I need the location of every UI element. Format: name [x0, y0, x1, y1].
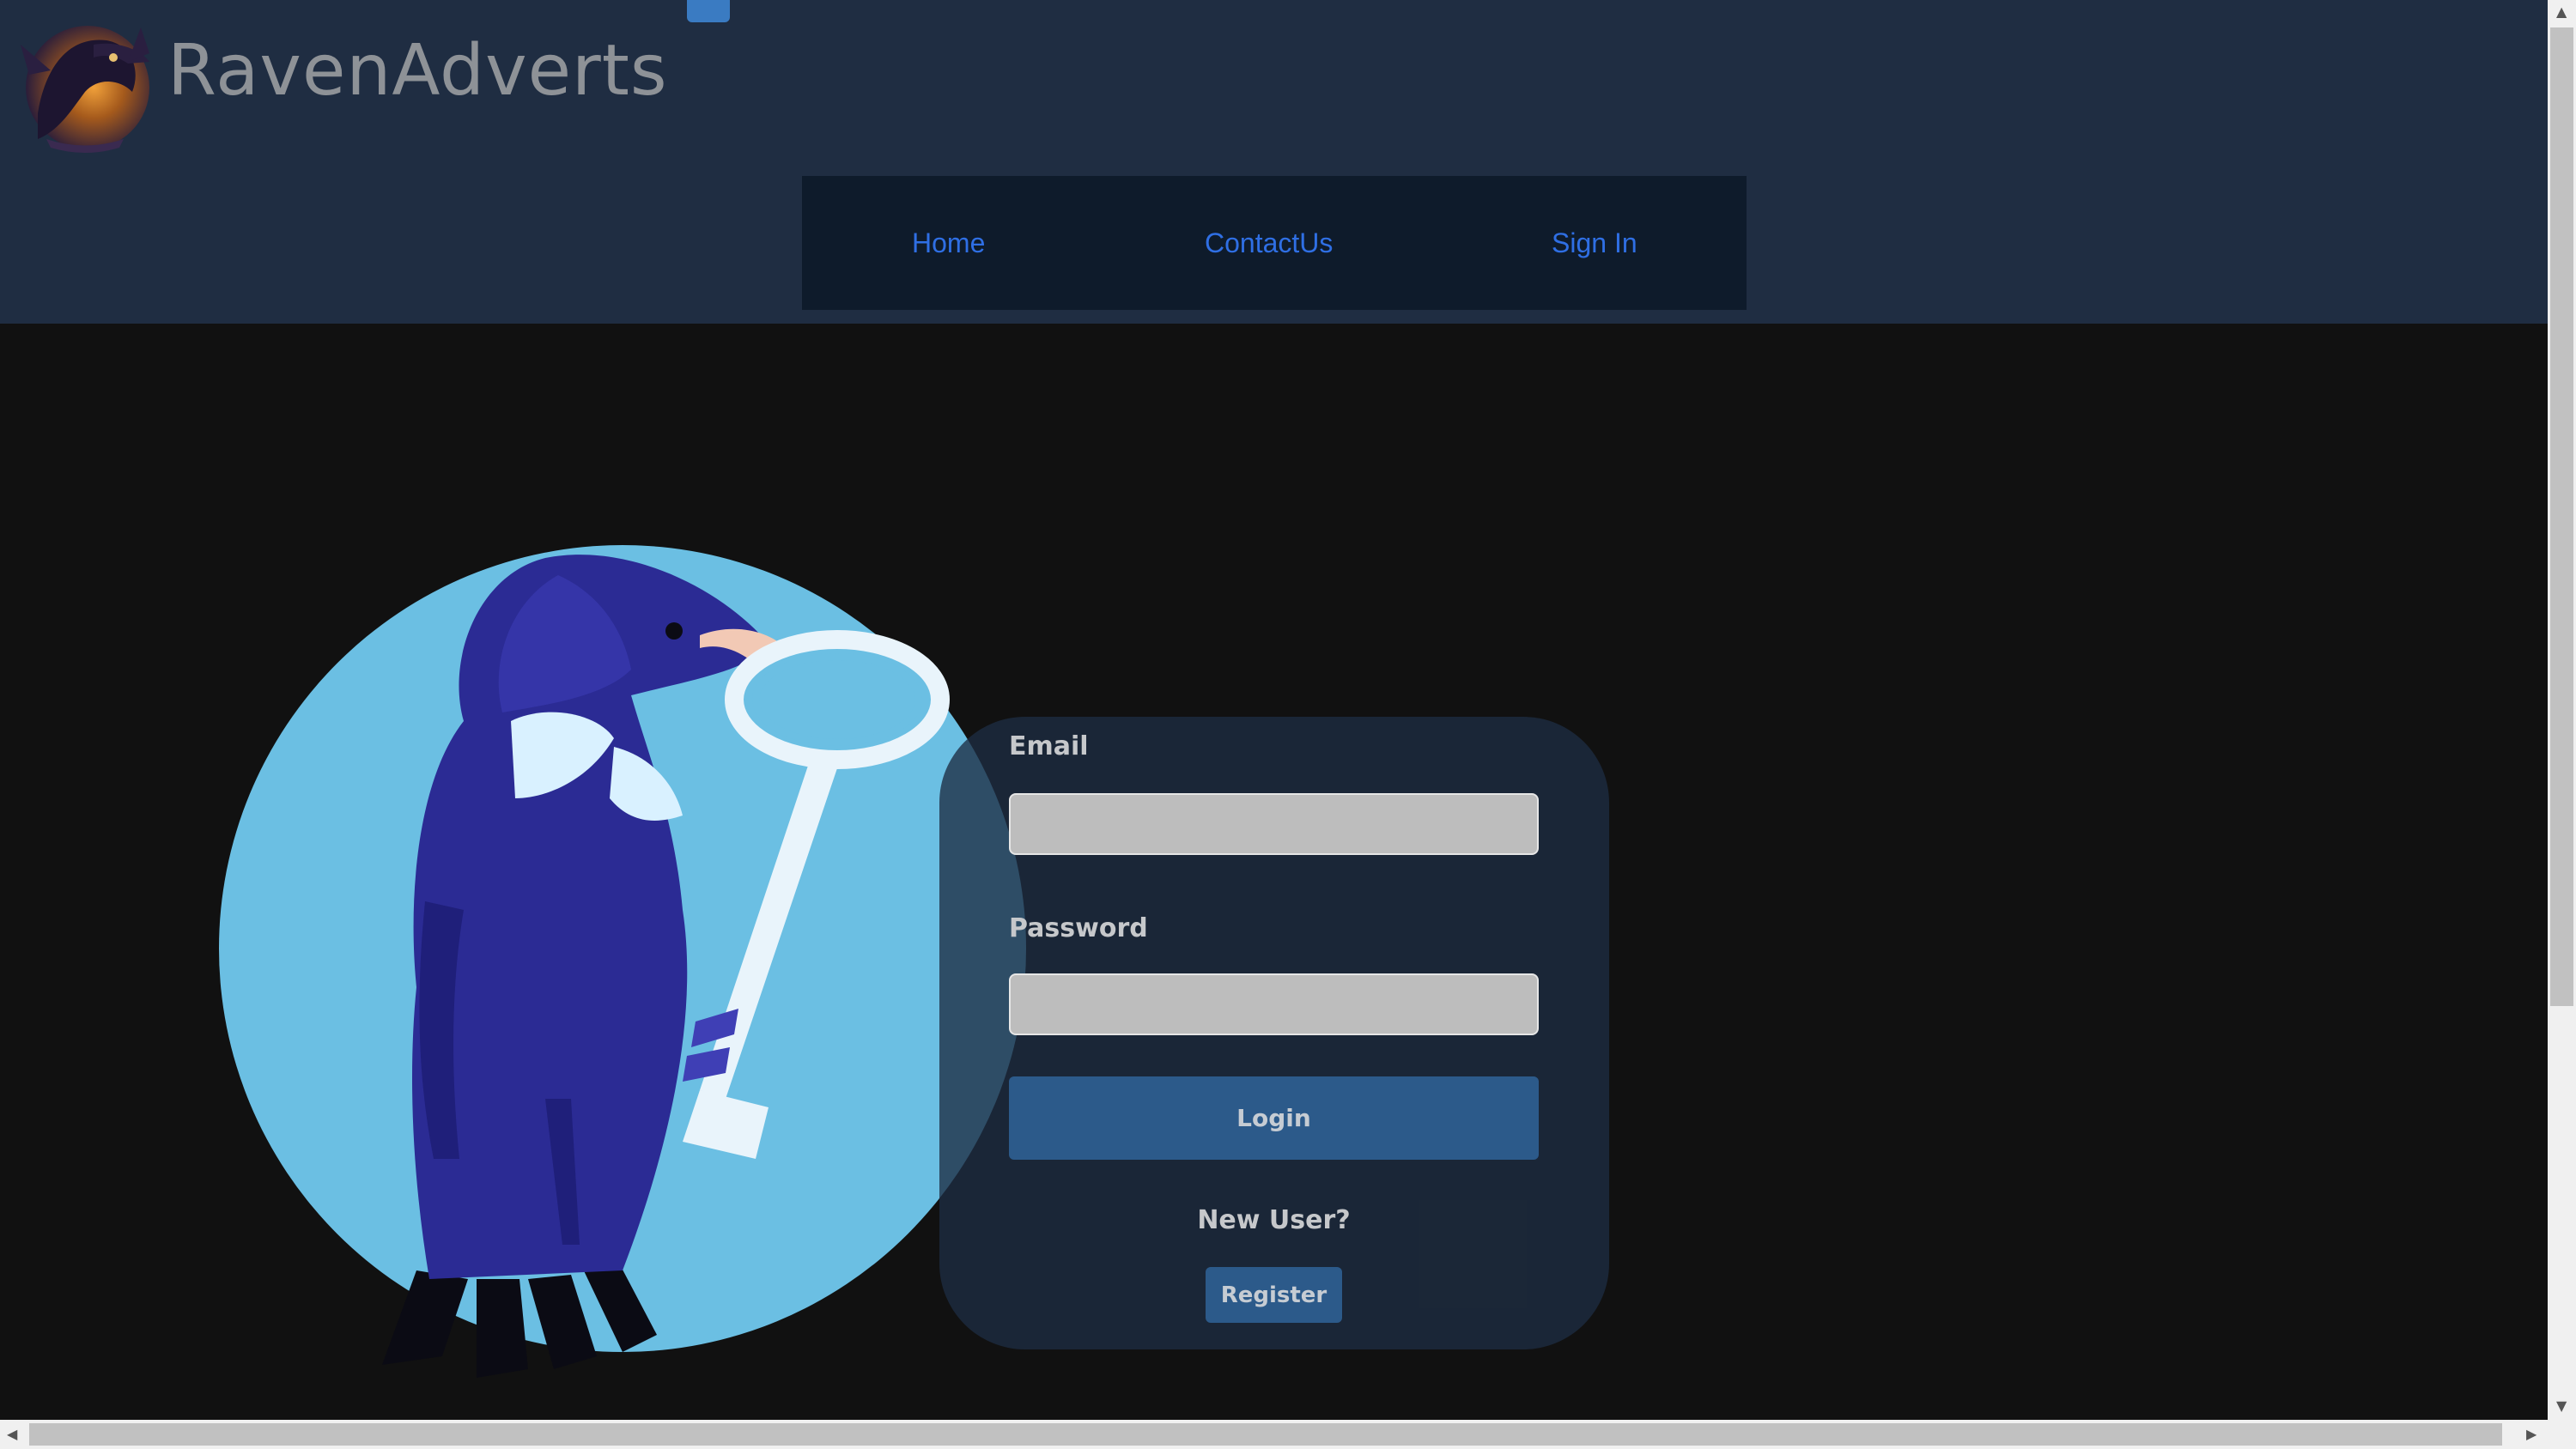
login-button[interactable]: Login — [1009, 1076, 1539, 1160]
scroll-up-icon[interactable]: ▲ — [2556, 5, 2567, 19]
email-label: Email — [1009, 731, 1089, 761]
brand-name[interactable]: RavenAdverts — [167, 36, 668, 106]
new-user-text: New User? — [1197, 1205, 1351, 1235]
vertical-scroll-thumb[interactable] — [2550, 27, 2573, 1006]
scroll-right-icon[interactable]: ▶ — [2526, 1428, 2537, 1441]
raven-holding-key-illustration — [219, 545, 1026, 1378]
horizontal-scroll-thumb[interactable] — [29, 1423, 2502, 1446]
nav-signin-link[interactable]: Sign In — [1552, 176, 1637, 310]
scrollbar-corner — [2548, 1420, 2576, 1449]
register-button[interactable]: Register — [1206, 1267, 1342, 1323]
nav-home-link[interactable]: Home — [912, 176, 985, 310]
page: RavenAdverts Home ContactUs Sign In Emai… — [0, 0, 2576, 1449]
raven-emblem-icon[interactable] — [12, 10, 158, 156]
nav-contactus-link[interactable]: ContactUs — [1205, 176, 1333, 310]
horizontal-scrollbar[interactable]: ◀ ▶ — [0, 1420, 2548, 1449]
password-label: Password — [1009, 913, 1148, 943]
email-field[interactable] — [1009, 793, 1539, 855]
scroll-left-icon[interactable]: ◀ — [7, 1428, 17, 1441]
scroll-down-icon[interactable]: ▼ — [2556, 1399, 2567, 1413]
password-field[interactable] — [1009, 973, 1539, 1035]
top-tab-indicator[interactable] — [687, 0, 730, 22]
vertical-scrollbar[interactable]: ▲ ▼ — [2548, 0, 2576, 1420]
site-header: RavenAdverts Home ContactUs Sign In — [0, 0, 2548, 324]
main-nav: Home ContactUs Sign In — [802, 176, 1747, 310]
